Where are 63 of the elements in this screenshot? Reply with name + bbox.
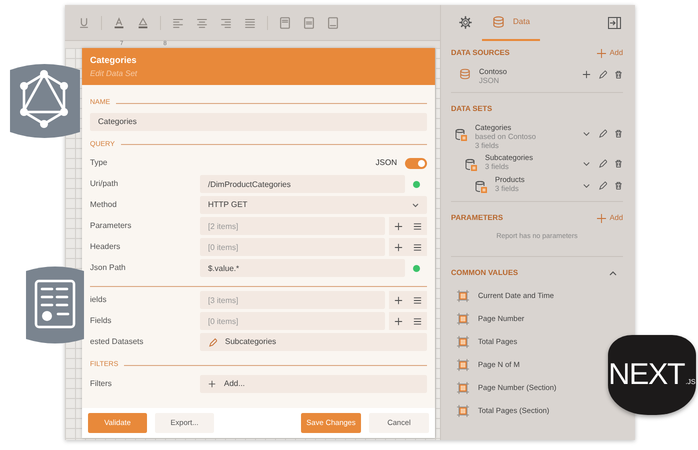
pencil-icon	[208, 338, 217, 346]
logo-text: NEXT	[608, 360, 684, 390]
field-icon	[457, 405, 469, 417]
font-color-icon[interactable]	[112, 16, 126, 30]
input-field[interactable]: Categories	[90, 112, 427, 130]
dataset-icon	[455, 128, 468, 142]
field-label: Method	[90, 199, 118, 211]
input-field[interactable]: /DimProductCategories	[200, 175, 405, 193]
trash-icon[interactable]	[614, 159, 623, 168]
plus-icon	[596, 48, 606, 58]
field-label: Parameters	[90, 220, 132, 232]
database-icon	[492, 15, 505, 29]
field-label: Json Path	[90, 262, 127, 274]
plus-icon[interactable]	[394, 296, 403, 304]
input-field[interactable]: [0 items]	[200, 312, 385, 330]
plus-icon	[596, 214, 606, 222]
pencil-icon[interactable]	[598, 70, 607, 79]
dropdown[interactable]: HTTP GET	[200, 196, 427, 214]
field-label: ested Datasets	[90, 336, 144, 348]
input-field[interactable]: [3 items]	[200, 291, 385, 309]
plus-icon[interactable]	[394, 242, 403, 252]
menu-icon[interactable]	[413, 296, 422, 304]
field-icon	[457, 313, 469, 325]
field-label: Uri/path	[90, 178, 120, 190]
field-icon	[457, 382, 469, 394]
trash-icon[interactable]	[614, 181, 623, 190]
menu-icon[interactable]	[413, 316, 422, 326]
field-icon	[457, 359, 469, 371]
plus-icon[interactable]	[394, 222, 403, 230]
field-label: Filters	[90, 378, 113, 390]
menu-icon[interactable]	[413, 222, 422, 230]
input-field[interactable]: [2 items]	[200, 217, 385, 235]
settings-icon	[459, 16, 472, 28]
trash-icon[interactable]	[614, 70, 623, 79]
add-filter-button[interactable]: Add...	[200, 374, 427, 392]
plus-icon	[208, 380, 216, 388]
trash-icon[interactable]	[614, 129, 623, 138]
toggle-label: JSON	[376, 157, 397, 169]
menu-icon[interactable]	[413, 242, 422, 252]
plus-icon[interactable]	[394, 316, 403, 326]
input-field[interactable]: [0 items]	[200, 238, 385, 256]
field-icon	[457, 336, 469, 348]
field-label: Fields	[90, 315, 112, 327]
input-field[interactable]: $.value.*	[200, 259, 405, 277]
panel-toggle-icon[interactable]	[608, 17, 621, 29]
dialog-subtitle: Edit Data Set	[90, 68, 138, 80]
field-label: Headers	[90, 241, 122, 253]
database-icon	[459, 67, 471, 81]
pencil-icon[interactable]	[598, 129, 607, 138]
field-icon	[457, 290, 469, 302]
nested-dataset-field[interactable]: Subcategories	[200, 333, 427, 351]
field-label: ields	[90, 294, 108, 306]
dataset-icon	[465, 158, 478, 172]
pencil-icon[interactable]	[598, 159, 607, 168]
chevron-up-icon[interactable]	[609, 270, 617, 276]
toggle-switch[interactable]	[405, 158, 427, 168]
highlight-icon[interactable]	[136, 16, 150, 30]
field-label: Type	[90, 157, 108, 169]
plus-icon[interactable]	[582, 70, 591, 79]
dialog-title: Categories	[90, 54, 138, 67]
dataset-icon	[475, 180, 488, 194]
chevron-down-icon	[412, 202, 419, 208]
pencil-icon[interactable]	[598, 181, 607, 190]
